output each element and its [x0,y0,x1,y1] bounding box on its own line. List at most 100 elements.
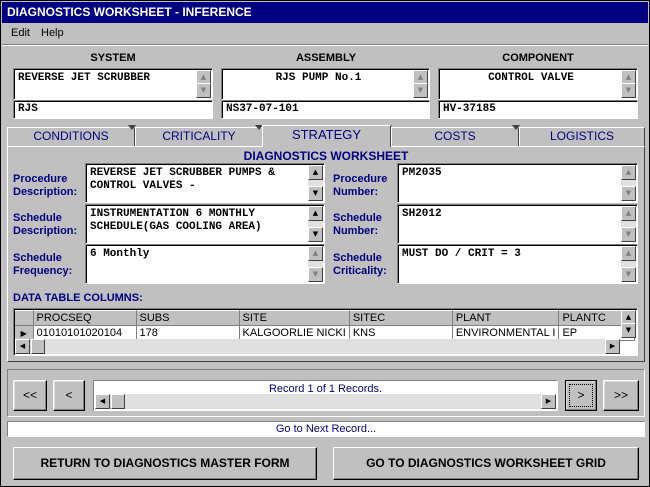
procedure-description-text: REVERSE JET SCRUBBER PUMPS & CONTROL VAL… [90,167,282,192]
scroll-down-icon[interactable]: ▼ [308,186,323,201]
first-record-button[interactable]: << [13,380,47,411]
assembly-code-text: NS37-07-101 [226,103,299,115]
scroll-thumb[interactable] [111,394,125,409]
schedule-frequency-label: Schedule Frequency: [13,252,73,277]
scroll-down-icon[interactable]: ▼ [308,227,323,242]
menu-help[interactable]: Help [41,27,64,39]
tab-criticality[interactable]: CRITICALITY [135,127,263,146]
scroll-down-icon[interactable]: ▼ [621,83,636,98]
procedure-number-field[interactable]: PM2035 ▲ ▼ [397,163,638,203]
procedure-description-field[interactable]: REVERSE JET SCRUBBER PUMPS & CONTROL VAL… [85,163,325,203]
previous-record-button[interactable]: < [53,380,85,411]
window-title: DIAGNOSTICS WORKSHEET - INFERENCE [2,2,648,23]
component-label: COMPONENT [502,52,574,64]
schedule-frequency-text: 6 Monthly [90,248,150,260]
tab-strategy[interactable]: STRATEGY [262,125,391,147]
schedule-description-label: Schedule Description: [13,212,78,237]
app-window: DIAGNOSTICS WORKSHEET - INFERENCE Edit H… [0,0,650,487]
component-name-field[interactable]: CONTROL VALVE ▲ ▼ [438,68,638,100]
scroll-down-icon[interactable]: ▼ [621,267,636,282]
column-header[interactable]: SUBS [136,310,240,326]
procedure-number-text: PM2035 [402,167,442,179]
scroll-right-icon[interactable]: ▶ [605,339,620,354]
schedule-number-scrollbar[interactable]: ▲ ▼ [621,206,636,242]
assembly-name-scrollbar[interactable]: ▲ ▼ [413,70,428,98]
schedule-criticality-label: Schedule Criticality: [333,252,387,277]
data-table-grid[interactable]: PROCSEQ SUBS SITE SITEC PLANT PLANTC ▶ 0… [13,308,638,356]
column-header[interactable]: PROCSEQ [33,310,137,326]
column-header[interactable]: PLANT [452,310,560,326]
scroll-up-icon[interactable]: ▲ [308,246,323,261]
menu-bar: Edit Help [2,24,648,44]
column-header[interactable]: SITE [239,310,350,326]
system-code-field[interactable]: RJS [13,100,213,119]
table-header-row: PROCSEQ SUBS SITE SITEC PLANT PLANTC [15,310,636,326]
assembly-code-field[interactable]: NS37-07-101 [221,100,430,119]
component-code-field[interactable]: HV-37185 [438,100,638,119]
schedule-criticality-text: MUST DO / CRIT = 3 [402,248,521,260]
last-record-button[interactable]: >> [603,380,639,411]
system-label: SYSTEM [90,52,136,64]
system-code-text: RJS [18,103,38,115]
tab-strip: CONDITIONS CRITICALITY STRATEGY COSTS LO… [7,125,645,147]
assembly-name-text: RJS PUMP No.1 [275,72,362,84]
assembly-label: ASSEMBLY [295,52,357,64]
schedule-description-text: INSTRUMENTATION 6 MONTHLY SCHEDULE(GAS C… [90,208,262,233]
menu-separator [2,44,648,46]
system-name-field[interactable]: REVERSE JET SCRUBBER ▲ ▼ [13,68,213,100]
tab-logistics[interactable]: LOGISTICS [519,127,645,146]
system-name-text: REVERSE JET SCRUBBER [18,72,151,84]
go-to-worksheet-grid-button[interactable]: GO TO DIAGNOSTICS WORKSHEET GRID [333,447,639,480]
scroll-right-icon[interactable]: ▶ [541,394,556,409]
scroll-down-icon[interactable]: ▼ [308,267,323,282]
component-code-text: HV-37185 [443,103,496,115]
grid-horizontal-scrollbar[interactable]: ◀ ▶ [15,339,620,354]
schedule-description-field[interactable]: INSTRUMENTATION 6 MONTHLY SCHEDULE(GAS C… [85,204,325,244]
data-table: PROCSEQ SUBS SITE SITEC PLANT PLANTC ▶ 0… [15,310,636,341]
scroll-up-icon[interactable]: ▲ [621,206,636,221]
schedule-criticality-scrollbar[interactable]: ▲ ▼ [621,246,636,282]
record-indicator: Record 1 of 1 Records. ◀ ▶ [93,380,558,411]
scroll-up-icon[interactable]: ▲ [621,246,636,261]
component-name-text: CONTROL VALVE [488,72,574,84]
component-name-scrollbar[interactable]: ▲ ▼ [621,70,636,98]
scroll-down-icon[interactable]: ▼ [621,227,636,242]
tab-notch-icon [512,125,520,130]
procedure-description-label: Procedure Description: [13,173,78,198]
worksheet-title: DIAGNOSTICS WORKSHEET [243,149,409,163]
schedule-criticality-field[interactable]: MUST DO / CRIT = 3 ▲ ▼ [397,244,638,284]
data-table-label: DATA TABLE COLUMNS: [13,292,143,304]
scroll-up-icon[interactable]: ▲ [308,165,323,180]
next-record-button[interactable]: > [565,380,597,411]
row-selector-header [15,310,34,326]
scroll-down-icon[interactable]: ▼ [621,323,636,338]
schedule-number-field[interactable]: SH2012 ▲ ▼ [397,204,638,244]
schedule-frequency-scrollbar[interactable]: ▲ ▼ [308,246,323,282]
scroll-left-icon[interactable]: ◀ [15,339,30,354]
schedule-number-text: SH2012 [402,208,442,220]
scroll-down-icon[interactable]: ▼ [196,83,211,98]
tab-notch-icon [128,125,136,130]
scroll-thumb[interactable] [31,339,45,354]
scroll-down-icon[interactable]: ▼ [413,83,428,98]
tab-costs[interactable]: COSTS [391,127,519,146]
menu-edit[interactable]: Edit [11,27,30,39]
schedule-number-label: Schedule Number: [333,212,382,237]
schedule-description-scrollbar[interactable]: ▲ ▼ [308,206,323,242]
tab-conditions[interactable]: CONDITIONS [7,127,135,146]
record-scrollbar[interactable]: ◀ ▶ [95,394,556,409]
schedule-frequency-field[interactable]: 6 Monthly ▲ ▼ [85,244,325,284]
grid-vertical-scrollbar[interactable]: ▲ ▼ [621,310,636,338]
scroll-up-icon[interactable]: ▲ [308,206,323,221]
system-name-scrollbar[interactable]: ▲ ▼ [196,70,211,98]
column-header[interactable]: SITEC [349,310,453,326]
assembly-name-field[interactable]: RJS PUMP No.1 ▲ ▼ [221,68,430,100]
procedure-number-scrollbar[interactable]: ▲ ▼ [621,165,636,201]
scroll-up-icon[interactable]: ▲ [621,165,636,180]
return-to-master-form-button[interactable]: RETURN TO DIAGNOSTICS MASTER FORM [13,447,317,480]
procedure-number-label: Procedure Number: [333,173,388,198]
procedure-description-scrollbar[interactable]: ▲ ▼ [308,165,323,201]
scroll-left-icon[interactable]: ◀ [95,394,110,409]
status-bar: Go to Next Record... [7,421,645,437]
scroll-down-icon[interactable]: ▼ [621,186,636,201]
